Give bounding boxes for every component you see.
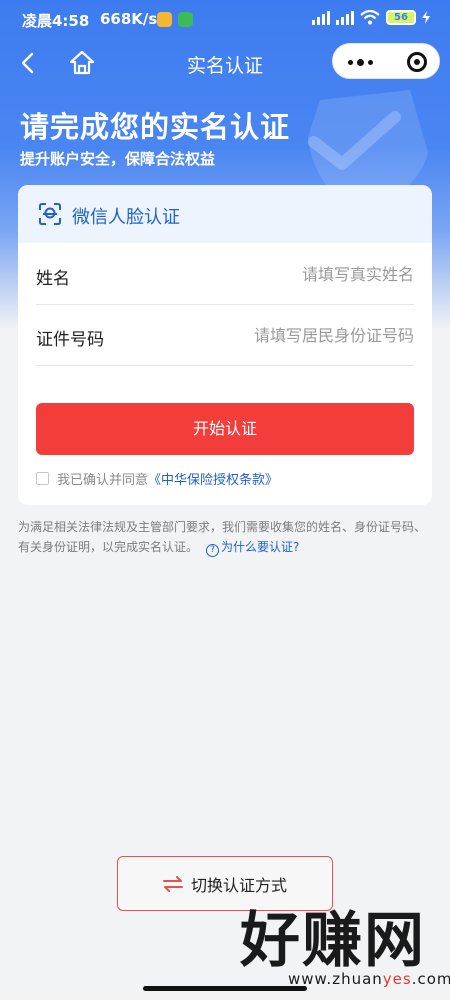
swap-icon: [162, 875, 183, 892]
more-icon[interactable]: [333, 44, 387, 80]
card-title: 微信人脸认证: [72, 207, 180, 228]
verification-card: 微信人脸认证 姓名 证件号码 开始认证 我已确认并同意 《中华保险授权条款》: [18, 185, 432, 505]
card-header: 微信人脸认证: [18, 185, 432, 243]
id-number-label: 证件号码: [36, 330, 104, 350]
name-row: 姓名: [36, 244, 414, 305]
agreement-checkbox[interactable]: [36, 471, 49, 485]
signal-icon: [312, 10, 330, 25]
nav-bar: 实名认证: [0, 40, 450, 86]
watermark-url: www.zhuanyes.com: [288, 970, 450, 988]
face-scan-icon: [39, 203, 61, 225]
close-icon[interactable]: [393, 44, 441, 80]
status-indicators: 56: [312, 10, 430, 25]
agreement-link[interactable]: 《中华保险授权条款》: [148, 469, 278, 488]
status-time: 凌晨4:58: [22, 12, 90, 30]
id-number-row: 证件号码: [36, 305, 414, 366]
agreement-text: 我已确认并同意: [57, 472, 149, 488]
mini-program-capsule: [332, 43, 440, 79]
hero-heading: 请完成您的实名认证: [20, 110, 291, 144]
charging-icon: [422, 11, 430, 24]
name-input[interactable]: [164, 256, 414, 292]
notification-app-icon: [178, 12, 193, 27]
start-verification-button[interactable]: 开始认证: [36, 403, 414, 455]
watermark-brand: 好赚网: [240, 906, 426, 976]
id-number-input[interactable]: [164, 317, 414, 353]
why-verify-link[interactable]: 为什么要认证?: [221, 540, 299, 554]
hero-subheading: 提升账户安全，保障合法权益: [20, 150, 216, 168]
status-bar: 凌晨4:58 668K/s 56: [0, 0, 450, 40]
home-indicator[interactable]: [143, 986, 307, 991]
agreement-row: 我已确认并同意 《中华保险授权条款》: [36, 468, 278, 488]
battery-icon: 56: [386, 10, 416, 25]
wifi-icon: [360, 10, 380, 25]
verification-note: 为满足相关法律法规及主管部门要求，我们需要收集您的姓名、身份证号码、有关身份证明…: [18, 517, 432, 557]
name-label: 姓名: [36, 269, 70, 289]
watermark: 好赚网 www.zhuanyes.com: [240, 906, 450, 996]
status-network-speed: 668K/s: [100, 10, 158, 28]
switch-method-label: 切换认证方式: [190, 875, 287, 895]
help-icon[interactable]: ?: [206, 544, 220, 557]
signal-icon: [336, 10, 354, 25]
switch-method-button[interactable]: 切换认证方式: [117, 856, 333, 911]
notification-app-icon: [157, 12, 172, 27]
